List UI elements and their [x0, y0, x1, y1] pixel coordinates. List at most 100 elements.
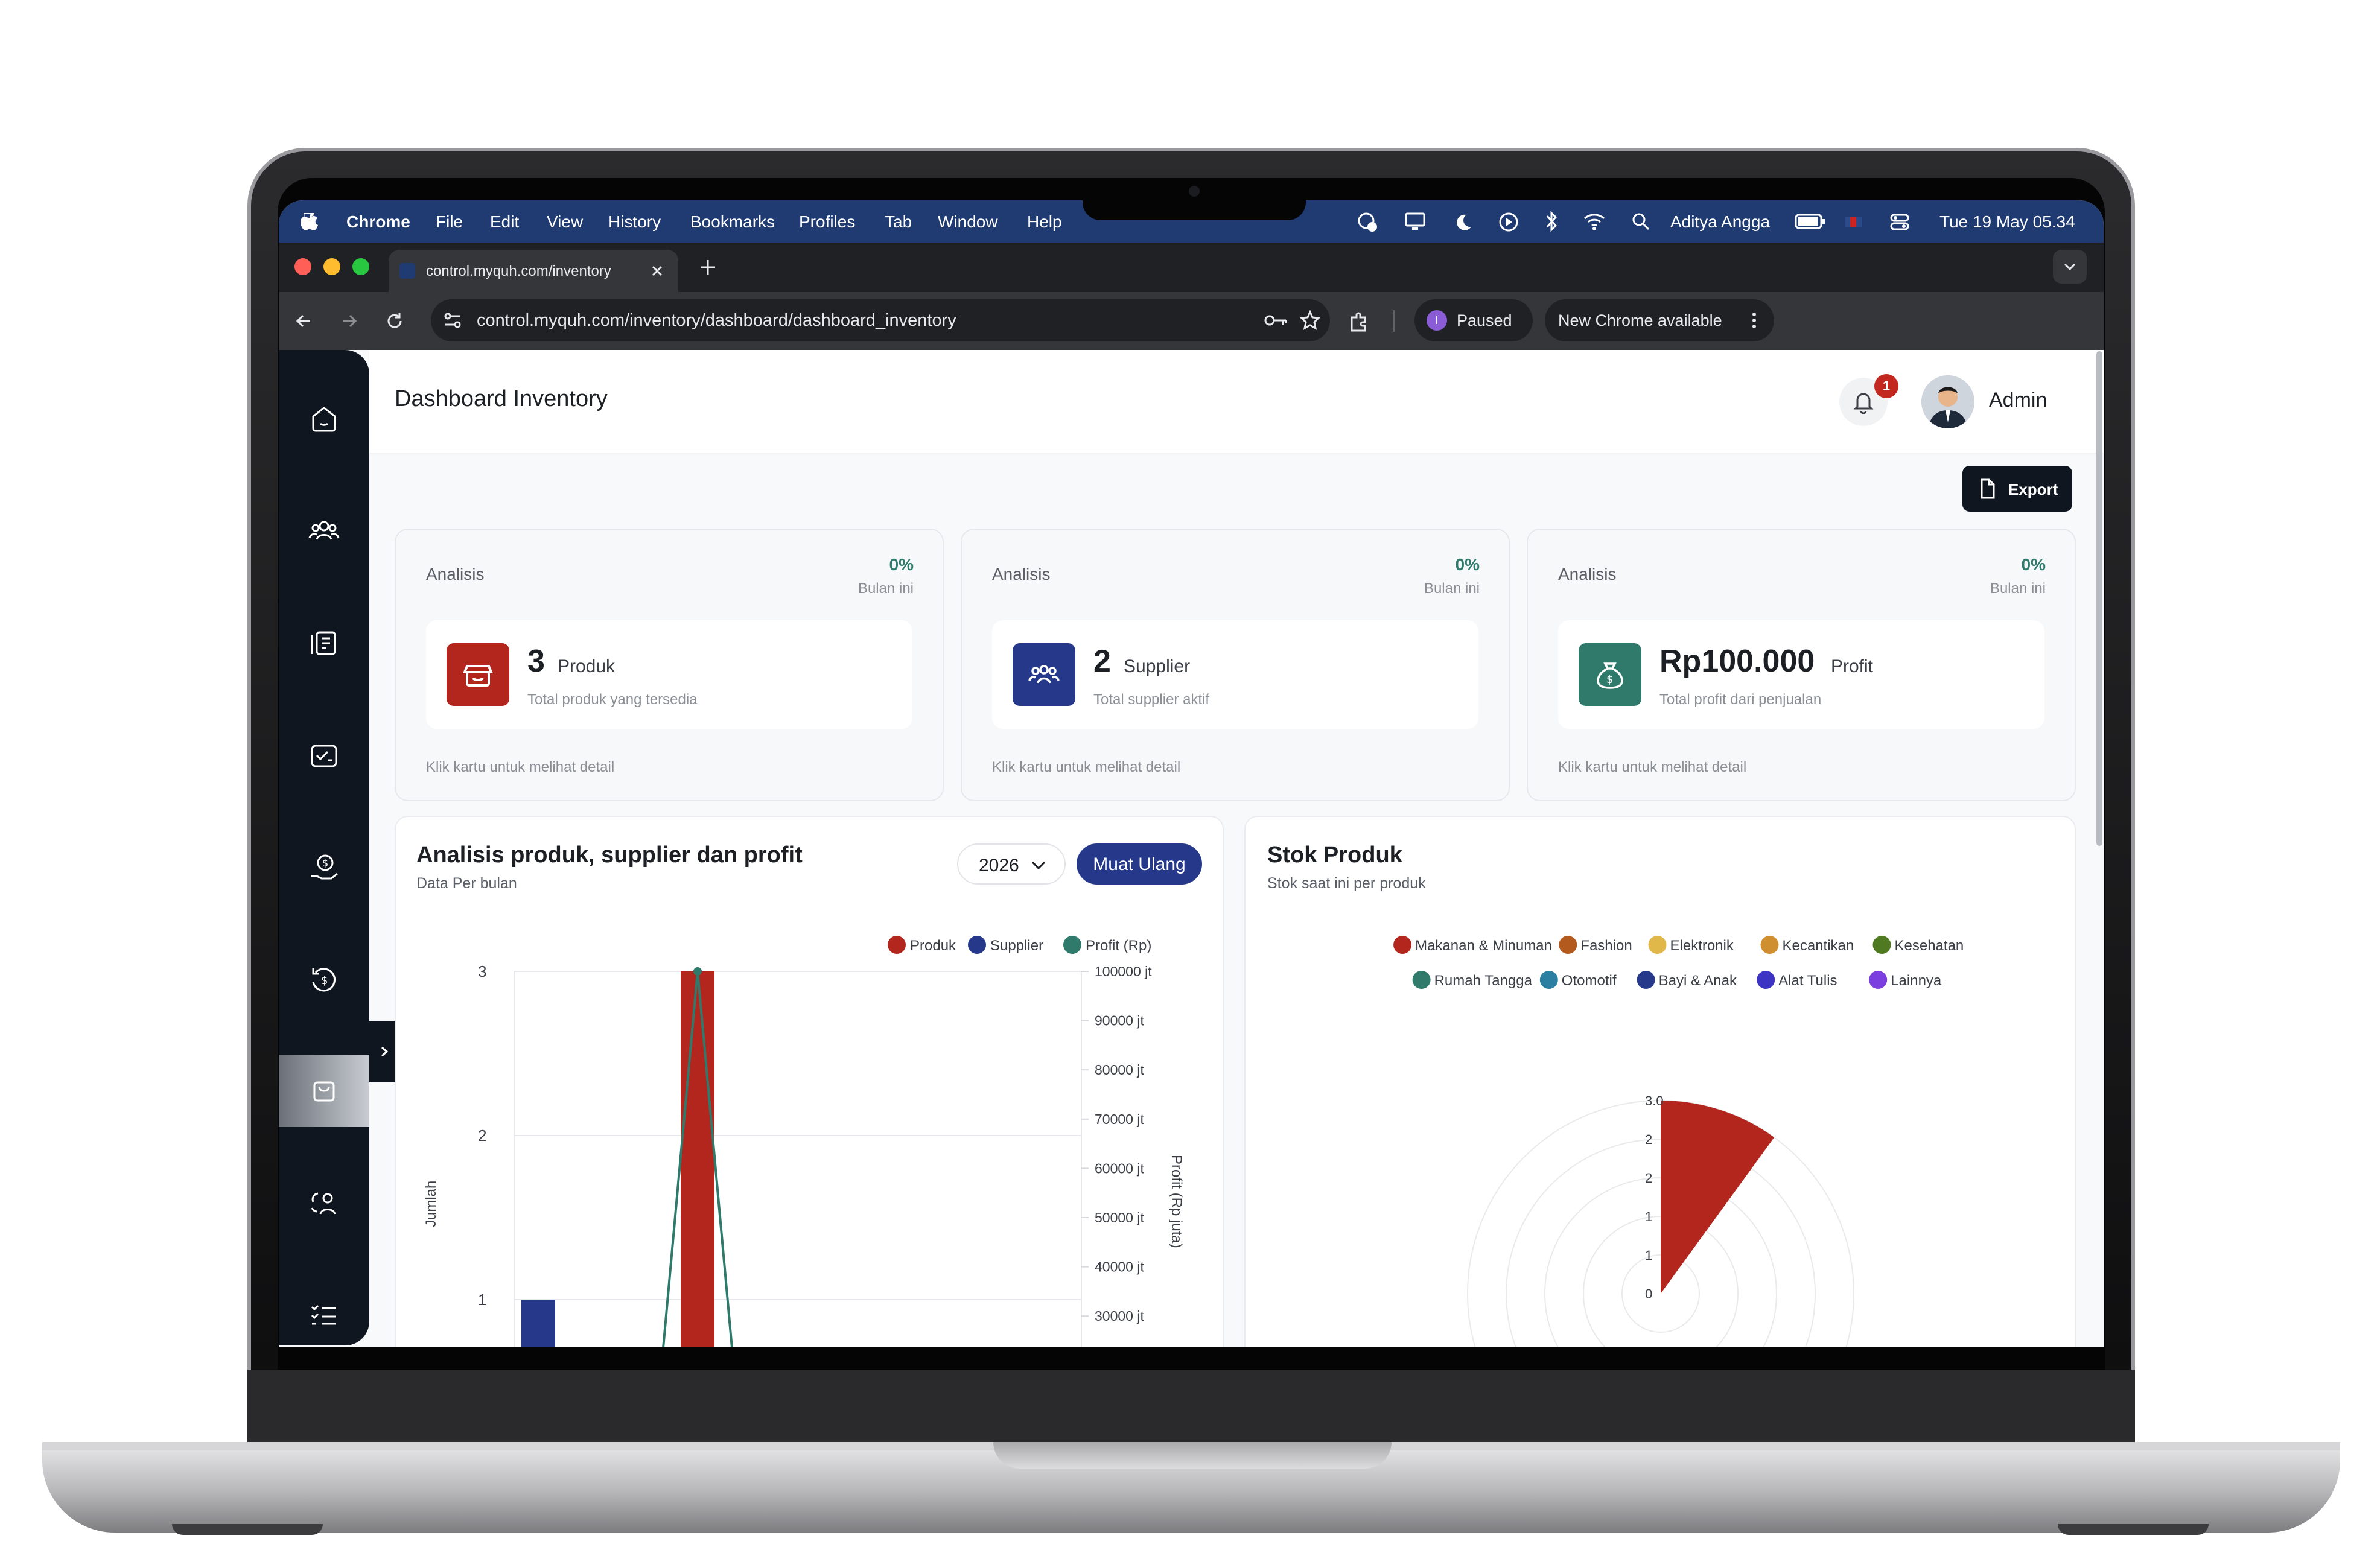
year-select[interactable]: 2026 [957, 843, 1066, 885]
password-key-icon[interactable] [1264, 311, 1289, 329]
close-tab-icon[interactable] [649, 263, 665, 279]
profile-avatar: I [1427, 310, 1447, 331]
bluetooth-icon[interactable] [1544, 210, 1561, 233]
menu-window[interactable]: Window [938, 212, 998, 232]
menu-bookmarks[interactable]: Bookmarks [690, 212, 775, 232]
y2-tick-label: 60000 jt [1095, 1160, 1144, 1176]
url-text[interactable]: control.myquh.com/inventory/dashboard/da… [477, 311, 956, 331]
user-sync-icon[interactable] [306, 1185, 342, 1221]
legend-label: Otomotif [1562, 973, 1617, 989]
reload-label: Muat Ulang [1093, 854, 1186, 874]
page-title: Dashboard Inventory [395, 386, 608, 411]
menu-edit[interactable]: Edit [490, 212, 519, 232]
catalog-icon[interactable] [306, 625, 342, 661]
card-profit[interactable]: Analisis 0% Bulan ini $ Rp100.000 Profit… [1527, 529, 2076, 801]
menubar-user[interactable]: Aditya Angga [1670, 212, 1770, 232]
minimize-window-button[interactable] [323, 258, 340, 275]
chevron-down-icon [1031, 861, 1046, 870]
camera-notch [1083, 178, 1306, 220]
legend-dot [1393, 936, 1412, 954]
card-supplier[interactable]: Analisis 0% Bulan ini 2 Supplier Total s… [961, 529, 1510, 801]
moon-icon[interactable] [1452, 211, 1474, 233]
users-icon [1013, 643, 1075, 706]
menu-history[interactable]: History [608, 212, 661, 232]
menu-file[interactable]: File [436, 212, 463, 232]
polar-tick-label: 0 [1645, 1286, 1652, 1301]
forward-icon[interactable] [337, 309, 361, 333]
menu-view[interactable]: View [547, 212, 583, 232]
svg-text:$: $ [1606, 673, 1613, 686]
card-hint: Klik kartu untuk melihat detail [992, 759, 1181, 775]
menu-profiles[interactable]: Profiles [799, 212, 855, 232]
notification-button[interactable]: 1 [1839, 374, 1898, 426]
export-button[interactable]: Export [1962, 466, 2072, 512]
bar-produk [681, 971, 714, 1347]
legend-label: Elektronik [1670, 938, 1734, 954]
checklist-icon[interactable] [306, 1297, 342, 1333]
money-bag-icon: $ [1579, 643, 1641, 706]
report-icon[interactable] [306, 737, 342, 774]
menu-app-name[interactable]: Chrome [346, 212, 410, 232]
bookmark-star-icon[interactable] [1300, 310, 1320, 331]
chrome-update-button[interactable]: New Chrome available [1545, 299, 1774, 341]
reload-button[interactable]: Muat Ulang [1077, 843, 1202, 885]
back-icon[interactable] [292, 309, 316, 333]
legend-dot [1869, 971, 1888, 989]
tab-title: control.myquh.com/inventory [426, 263, 611, 279]
tab-search-button[interactable] [2053, 250, 2087, 284]
home-icon[interactable] [306, 401, 342, 437]
favicon-icon [399, 263, 415, 279]
control-center-icon[interactable] [1889, 211, 1911, 233]
battery-icon[interactable] [1795, 214, 1826, 230]
close-window-button[interactable] [294, 258, 311, 275]
display-icon[interactable] [1404, 211, 1428, 233]
menu-help[interactable]: Help [1027, 212, 1062, 232]
laptop-thumb-notch [993, 1442, 1392, 1469]
card-value: Rp100.000 [1659, 644, 1815, 679]
stock-title: Stok Produk [1267, 842, 1402, 868]
update-label: New Chrome available [1558, 311, 1722, 329]
card-value: 2 [1093, 644, 1111, 679]
refund-icon[interactable]: $ [306, 962, 342, 998]
card-subtitle: Total supplier aktif [1093, 691, 1210, 708]
browser-tab[interactable]: control.myquh.com/inventory [389, 250, 678, 292]
apple-logo-icon[interactable] [301, 210, 319, 232]
spotlight-icon[interactable] [1631, 211, 1651, 232]
new-tab-icon[interactable] [698, 257, 718, 278]
wifi-icon[interactable] [1582, 211, 1606, 232]
play-icon[interactable] [1498, 211, 1519, 233]
y2-tick-label: 100000 jt [1095, 964, 1152, 979]
toolbar-divider [1393, 310, 1395, 332]
legend-label: Produk [910, 938, 956, 954]
reload-icon[interactable] [383, 309, 407, 333]
legend-label: Fashion [1580, 938, 1632, 954]
users-group-icon[interactable] [306, 513, 342, 549]
notification-badge: 1 [1874, 374, 1898, 398]
flag-icon[interactable] [1844, 214, 1863, 230]
more-menu-icon[interactable] [1750, 311, 1758, 329]
menubar-status-icon[interactable] [1355, 211, 1379, 233]
laptop-foot-right [2058, 1524, 2209, 1535]
chevron-right-icon [381, 1046, 389, 1057]
shopping-bag-icon[interactable] [306, 1073, 342, 1109]
legend-dot [1559, 936, 1577, 954]
legend-dot [1872, 936, 1891, 954]
card-label: Analisis [1558, 565, 1617, 583]
stock-chart: Makanan & Minuman Fashion Elektronik Kecant… [1393, 936, 1964, 1347]
card-subtitle: Total produk yang tersedia [527, 691, 698, 708]
menu-tab[interactable]: Tab [885, 212, 912, 232]
zoom-window-button[interactable] [352, 258, 369, 275]
card-produk[interactable]: Analisis 0% Bulan ini 3 Produk Total pro… [395, 529, 944, 801]
site-settings-icon[interactable] [443, 311, 462, 329]
card-value: 3 [527, 644, 545, 679]
export-file-icon [1981, 478, 1995, 499]
avatar[interactable] [1921, 375, 1974, 428]
extensions-icon[interactable] [1347, 309, 1371, 333]
profile-button[interactable]: I Paused [1414, 299, 1533, 341]
payment-hand-icon[interactable]: $ [306, 850, 342, 886]
header-user-name[interactable]: Admin [1989, 389, 2047, 412]
card-percentage: 0% [2021, 555, 2046, 574]
page-scrollbar[interactable] [2096, 351, 2102, 846]
card-label: Analisis [992, 565, 1051, 583]
address-bar[interactable]: control.myquh.com/inventory/dashboard/da… [431, 299, 1330, 341]
